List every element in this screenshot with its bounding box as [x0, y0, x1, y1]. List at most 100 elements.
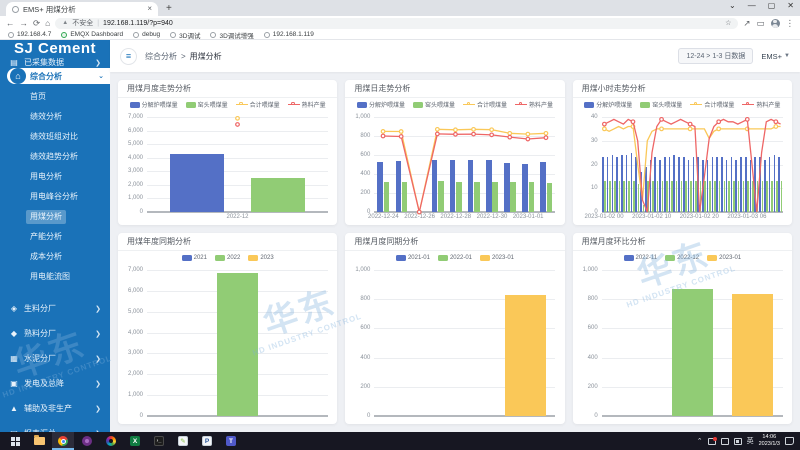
home-icon[interactable]: ⌂ — [45, 16, 50, 30]
chart-plot[interactable]: 01,0002,0003,0004,0005,0006,0007,000 — [121, 264, 334, 422]
tray-volume-icon[interactable] — [734, 438, 742, 445]
line-point-marker[interactable] — [454, 128, 458, 132]
bar-2023-01[interactable] — [505, 295, 546, 416]
line-point-marker[interactable] — [717, 120, 721, 124]
sidebar-subitem[interactable]: 用电能流图 — [0, 267, 110, 287]
sidebar-subitem[interactable]: 用煤分析 — [0, 207, 110, 227]
sidebar-group-item[interactable]: ▲辅助及非生产❯ — [0, 396, 110, 421]
action-center-icon[interactable] — [785, 437, 794, 445]
line-point-marker[interactable] — [400, 130, 404, 134]
share-icon[interactable]: ↗ — [743, 16, 750, 30]
legend-item[interactable]: 熟料产量 — [742, 100, 780, 109]
legend-item[interactable]: 2022-11 — [624, 255, 658, 261]
tray-expand-chevron-icon[interactable]: ⌃ — [697, 437, 703, 445]
line-point-marker[interactable] — [454, 132, 458, 136]
taskbar-app-terminal[interactable]: ›_ — [148, 432, 170, 450]
line-point-marker[interactable] — [436, 132, 440, 136]
new-tab-button[interactable]: + — [166, 2, 172, 16]
sidebar-subitem[interactable]: 首页 — [0, 87, 110, 107]
sidebar-group-item[interactable]: ◆熟料分厂❯ — [0, 321, 110, 346]
legend-item[interactable]: 合计喂煤量 — [236, 100, 280, 109]
line-point-marker[interactable] — [774, 120, 778, 124]
bookmark-star-icon[interactable]: ☆ — [725, 19, 731, 27]
chart-plot[interactable]: 02004006008001,000 — [576, 264, 789, 422]
legend-item[interactable]: 2022-12 — [665, 255, 699, 261]
ime-language-indicator[interactable]: 英 — [747, 436, 754, 446]
legend-item[interactable]: 合计喂煤量 — [463, 100, 507, 109]
bar-2022-12[interactable] — [672, 289, 713, 416]
taskbar-app-document[interactable]: P — [196, 432, 218, 450]
window-minimize-button[interactable]: — — [748, 1, 756, 10]
sidebar-group-item[interactable]: ▣发电及总降❯ — [0, 371, 110, 396]
chart-plot[interactable]: 01,0002,0003,0004,0005,0006,0007,0002022… — [121, 111, 334, 223]
sidebar-subitem[interactable]: 产能分析 — [0, 227, 110, 247]
legend-item[interactable]: 2022 — [215, 255, 240, 261]
legend-item[interactable]: 窑头喂煤量 — [640, 100, 682, 109]
tab-search-chevron-icon[interactable]: ⌄ — [729, 1, 736, 10]
legend-item[interactable]: 2022-01 — [438, 255, 472, 261]
side-panel-icon[interactable]: ▭ — [756, 16, 764, 30]
user-app-menu[interactable]: EMS+ ▼ — [761, 52, 790, 61]
bar-2022[interactable] — [217, 273, 258, 416]
legend-item[interactable]: 窑头喂煤量 — [413, 100, 455, 109]
line-point-marker[interactable] — [382, 130, 386, 134]
line-point-marker[interactable] — [526, 137, 530, 141]
browser-menu-icon[interactable]: ⋮ — [786, 16, 795, 30]
legend-item[interactable]: 2023-01 — [480, 255, 514, 261]
sidebar-subitem[interactable]: 用电分析 — [0, 167, 110, 187]
legend-item[interactable]: 窑头喂煤量 — [186, 100, 228, 109]
taskbar-app-chrome[interactable] — [52, 432, 74, 450]
bookmark-item[interactable]: 192.168.1.119 — [264, 31, 314, 38]
line-point-marker[interactable] — [717, 127, 721, 131]
sidebar-item-collected-data[interactable]: ▤ 已采集数据 ❯ — [0, 57, 110, 68]
line-合计喂煤量[interactable] — [383, 129, 546, 212]
bookmark-item[interactable]: debug — [133, 31, 160, 38]
line-point-marker[interactable] — [236, 117, 240, 121]
line-point-marker[interactable] — [544, 136, 548, 140]
sidebar-subitem[interactable]: 用电峰谷分析 — [0, 187, 110, 207]
taskbar-app-explorer[interactable] — [28, 432, 50, 450]
breadcrumb-section[interactable]: 综合分析 — [145, 51, 177, 62]
taskbar-app-excel[interactable]: X — [124, 432, 146, 450]
tab-close-icon[interactable]: × — [147, 5, 152, 13]
line-熟料产量[interactable] — [383, 134, 546, 212]
chart-plot[interactable]: 02004006008001,0002022-12-242022-12-2620… — [348, 111, 561, 223]
tray-display-icon[interactable] — [721, 438, 729, 445]
bookmark-item[interactable]: 3D调试增强 — [210, 30, 253, 40]
legend-item[interactable]: 2023 — [248, 255, 273, 261]
line-point-marker[interactable] — [526, 132, 530, 136]
legend-item[interactable]: 分解炉喂煤量 — [584, 100, 632, 109]
reload-icon[interactable]: ⟳ — [33, 16, 40, 30]
url-text[interactable]: 192.168.1.119/?p=940 — [103, 20, 173, 27]
taskbar-app-color-wheel[interactable] — [100, 432, 122, 450]
line-point-marker[interactable] — [602, 127, 606, 131]
start-button[interactable] — [4, 432, 26, 450]
line-point-marker[interactable] — [688, 127, 692, 131]
window-maximize-button[interactable]: ▢ — [768, 1, 776, 10]
bar-2023-01[interactable] — [732, 294, 773, 416]
line-point-marker[interactable] — [490, 133, 494, 137]
line-point-marker[interactable] — [774, 125, 778, 129]
line-point-marker[interactable] — [659, 118, 663, 122]
taskbar-app-teams[interactable]: T — [220, 432, 242, 450]
line-point-marker[interactable] — [436, 128, 440, 132]
window-close-button[interactable]: ✕ — [787, 1, 794, 10]
sidebar-subitem[interactable]: 绩效分析 — [0, 107, 110, 127]
legend-item[interactable]: 分解炉喂煤量 — [357, 100, 405, 109]
line-point-marker[interactable] — [382, 134, 386, 138]
bookmark-item[interactable]: 3D调试 — [170, 30, 200, 40]
legend-item[interactable]: 2023-01 — [707, 255, 741, 261]
legend-item[interactable]: 2021 — [182, 255, 207, 261]
security-label[interactable]: 不安全 — [72, 18, 93, 28]
sidebar-item-comprehensive-analysis[interactable]: ⌂ 综合分析 ⌄ — [7, 68, 110, 84]
hamburger-menu-icon[interactable]: ≡ — [120, 48, 137, 65]
taskbar-clock[interactable]: 14:06 2023/1/3 — [759, 434, 780, 448]
tray-notification-icon[interactable] — [708, 438, 716, 445]
taskbar-app-notepad[interactable]: ✎ — [172, 432, 194, 450]
legend-item[interactable]: 熟料产量 — [515, 100, 553, 109]
sidebar-group-item[interactable]: ▦水泥分厂❯ — [0, 346, 110, 371]
sidebar-group-item[interactable]: ◈生料分厂❯ — [0, 296, 110, 321]
line-point-marker[interactable] — [400, 135, 404, 139]
sidebar-subitem[interactable]: 绩效班组对比 — [0, 127, 110, 147]
legend-item[interactable]: 合计喂煤量 — [690, 100, 734, 109]
